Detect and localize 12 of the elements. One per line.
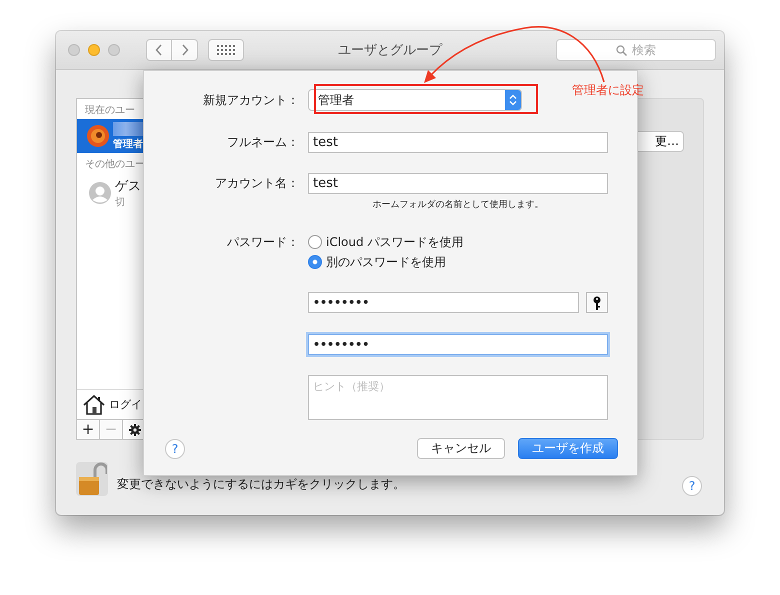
field-note: ホームフォルダの名前として使用します。 [372,198,544,211]
user-name: ゲス [115,178,141,195]
window-title: ユーザとグループ [338,42,442,59]
lock-message: 変更できないようにするにはカギをクリックします。 [117,476,405,493]
field-label: 新規アカウント： [202,92,300,108]
field-label: アカウント名： [214,175,300,192]
annotation-label: 管理者に設定 [572,82,644,99]
user-status: 切 [115,196,126,209]
user-role: 管理者 [113,138,144,150]
field-label: パスワード： [226,234,300,250]
field-label: フルネーム： [226,134,300,151]
section-header: 現在のユー [84,104,135,118]
